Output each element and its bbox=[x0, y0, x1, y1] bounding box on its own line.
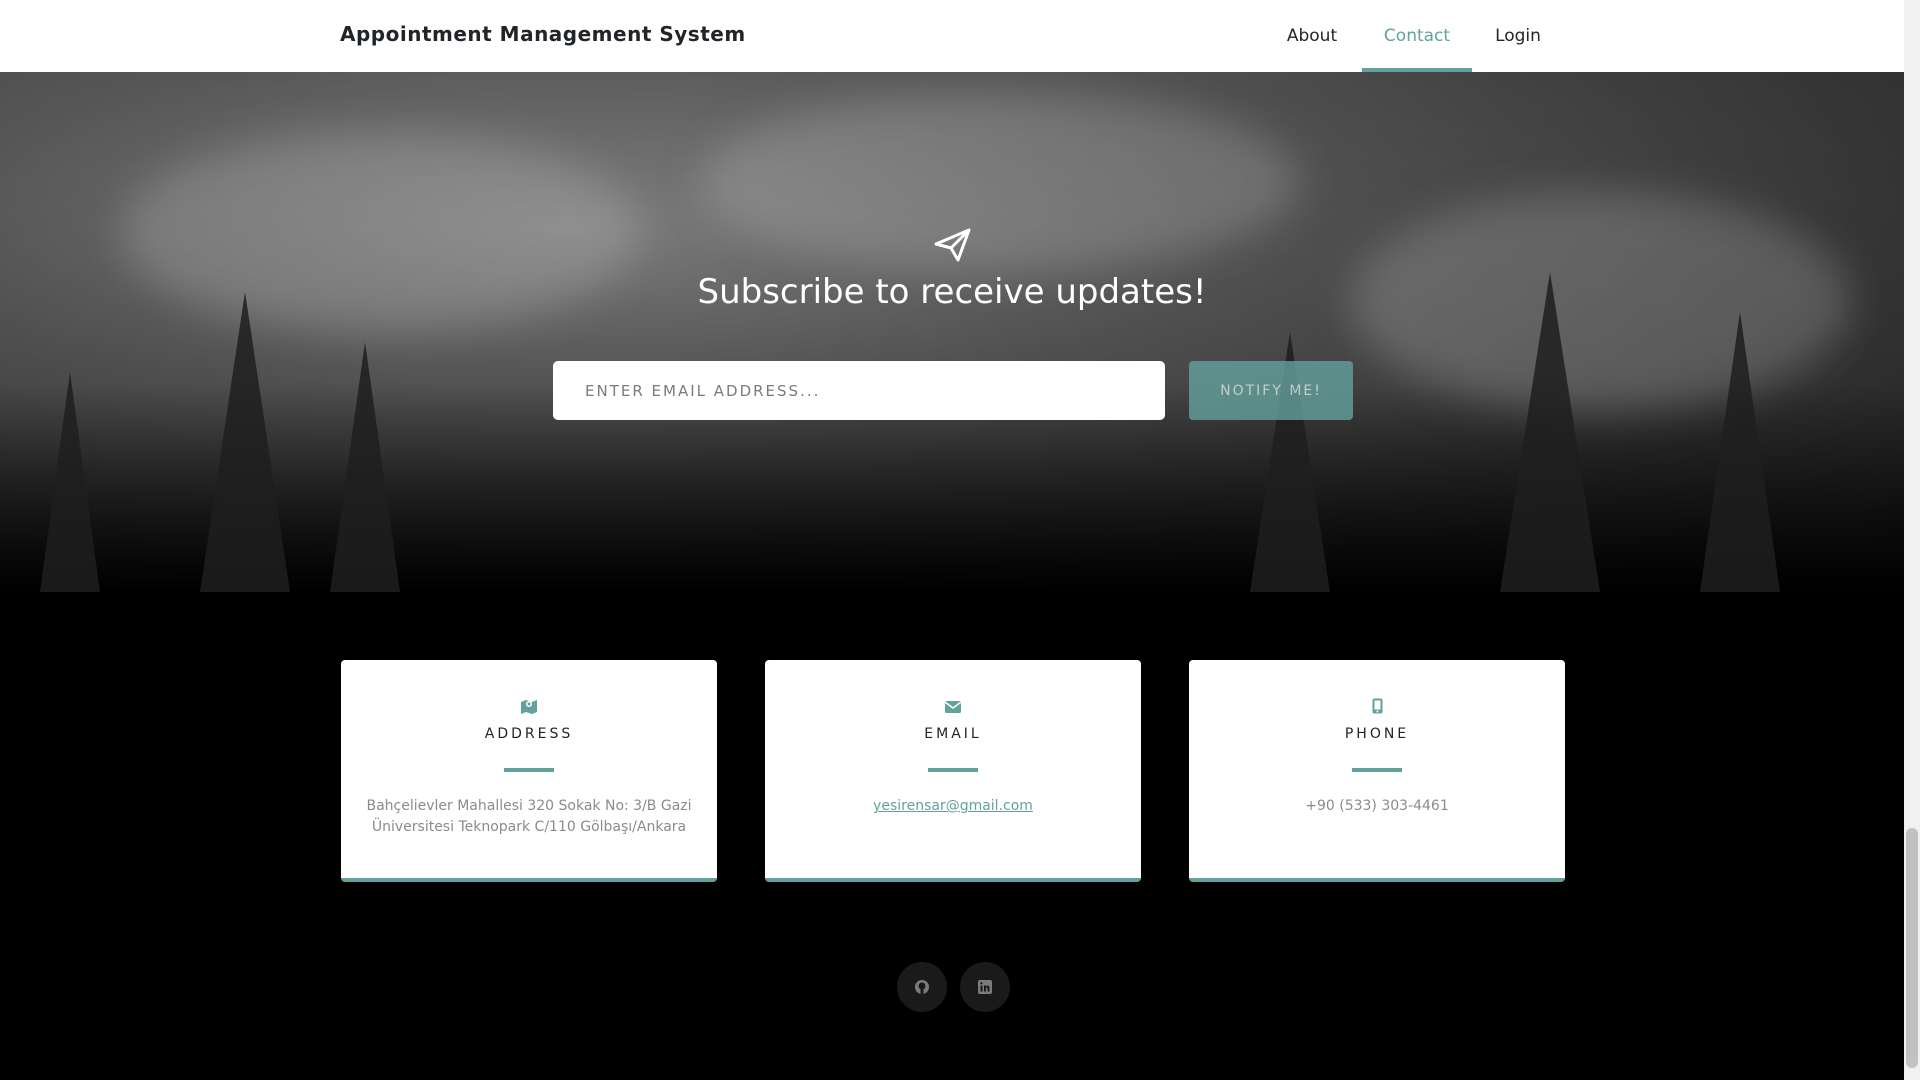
card-divider bbox=[928, 768, 978, 772]
page: Appointment Management System About Cont… bbox=[0, 0, 1920, 1080]
map-icon bbox=[341, 698, 717, 718]
signup-section: Subscribe to receive updates! NOTIFY ME! bbox=[0, 72, 1904, 592]
tree-decoration bbox=[200, 292, 290, 592]
contact-card-phone: PHONE +90 (533) 303-4461 bbox=[1189, 660, 1565, 882]
paper-plane-icon bbox=[934, 227, 972, 263]
nav-links: About Contact Login bbox=[0, 0, 1904, 72]
address-text: Bahçelievler Mahallesi 320 Sokak No: 3/B… bbox=[366, 798, 692, 835]
linkedin-link[interactable] bbox=[960, 962, 1010, 1012]
email-input[interactable] bbox=[553, 361, 1165, 420]
contact-card-address: ADDRESS Bahçelievler Mahallesi 320 Sokak… bbox=[341, 660, 717, 882]
notify-button[interactable]: NOTIFY ME! bbox=[1189, 361, 1353, 420]
card-divider bbox=[1352, 768, 1402, 772]
github-icon bbox=[915, 980, 929, 994]
nav-link-login[interactable]: Login bbox=[1478, 0, 1558, 72]
signup-title: Subscribe to receive updates! bbox=[697, 272, 1207, 312]
nav-link-about[interactable]: About bbox=[1268, 0, 1356, 72]
email-link[interactable]: yesirensar@gmail.com bbox=[873, 798, 1033, 814]
contact-card-email: EMAIL yesirensar@gmail.com bbox=[765, 660, 1141, 882]
card-title: PHONE bbox=[1344, 726, 1410, 742]
tree-decoration bbox=[40, 372, 100, 592]
envelope-icon bbox=[765, 698, 1141, 718]
card-title: EMAIL bbox=[924, 726, 982, 742]
mobile-phone-icon bbox=[1189, 698, 1565, 718]
nav-link-contact[interactable]: Contact bbox=[1362, 0, 1472, 72]
scrollbar-thumb[interactable] bbox=[1906, 828, 1918, 1068]
navbar: Appointment Management System About Cont… bbox=[0, 0, 1904, 72]
email-text-wrap: yesirensar@gmail.com bbox=[777, 796, 1129, 817]
linkedin-icon bbox=[978, 980, 992, 994]
card-divider bbox=[504, 768, 554, 772]
tree-decoration bbox=[330, 342, 400, 592]
github-link[interactable] bbox=[897, 962, 947, 1012]
fog-decoration bbox=[700, 92, 1300, 272]
card-title: ADDRESS bbox=[484, 726, 574, 742]
page-scrollbar[interactable] bbox=[1904, 0, 1920, 1080]
phone-text: +90 (533) 303-4461 bbox=[1305, 798, 1449, 814]
